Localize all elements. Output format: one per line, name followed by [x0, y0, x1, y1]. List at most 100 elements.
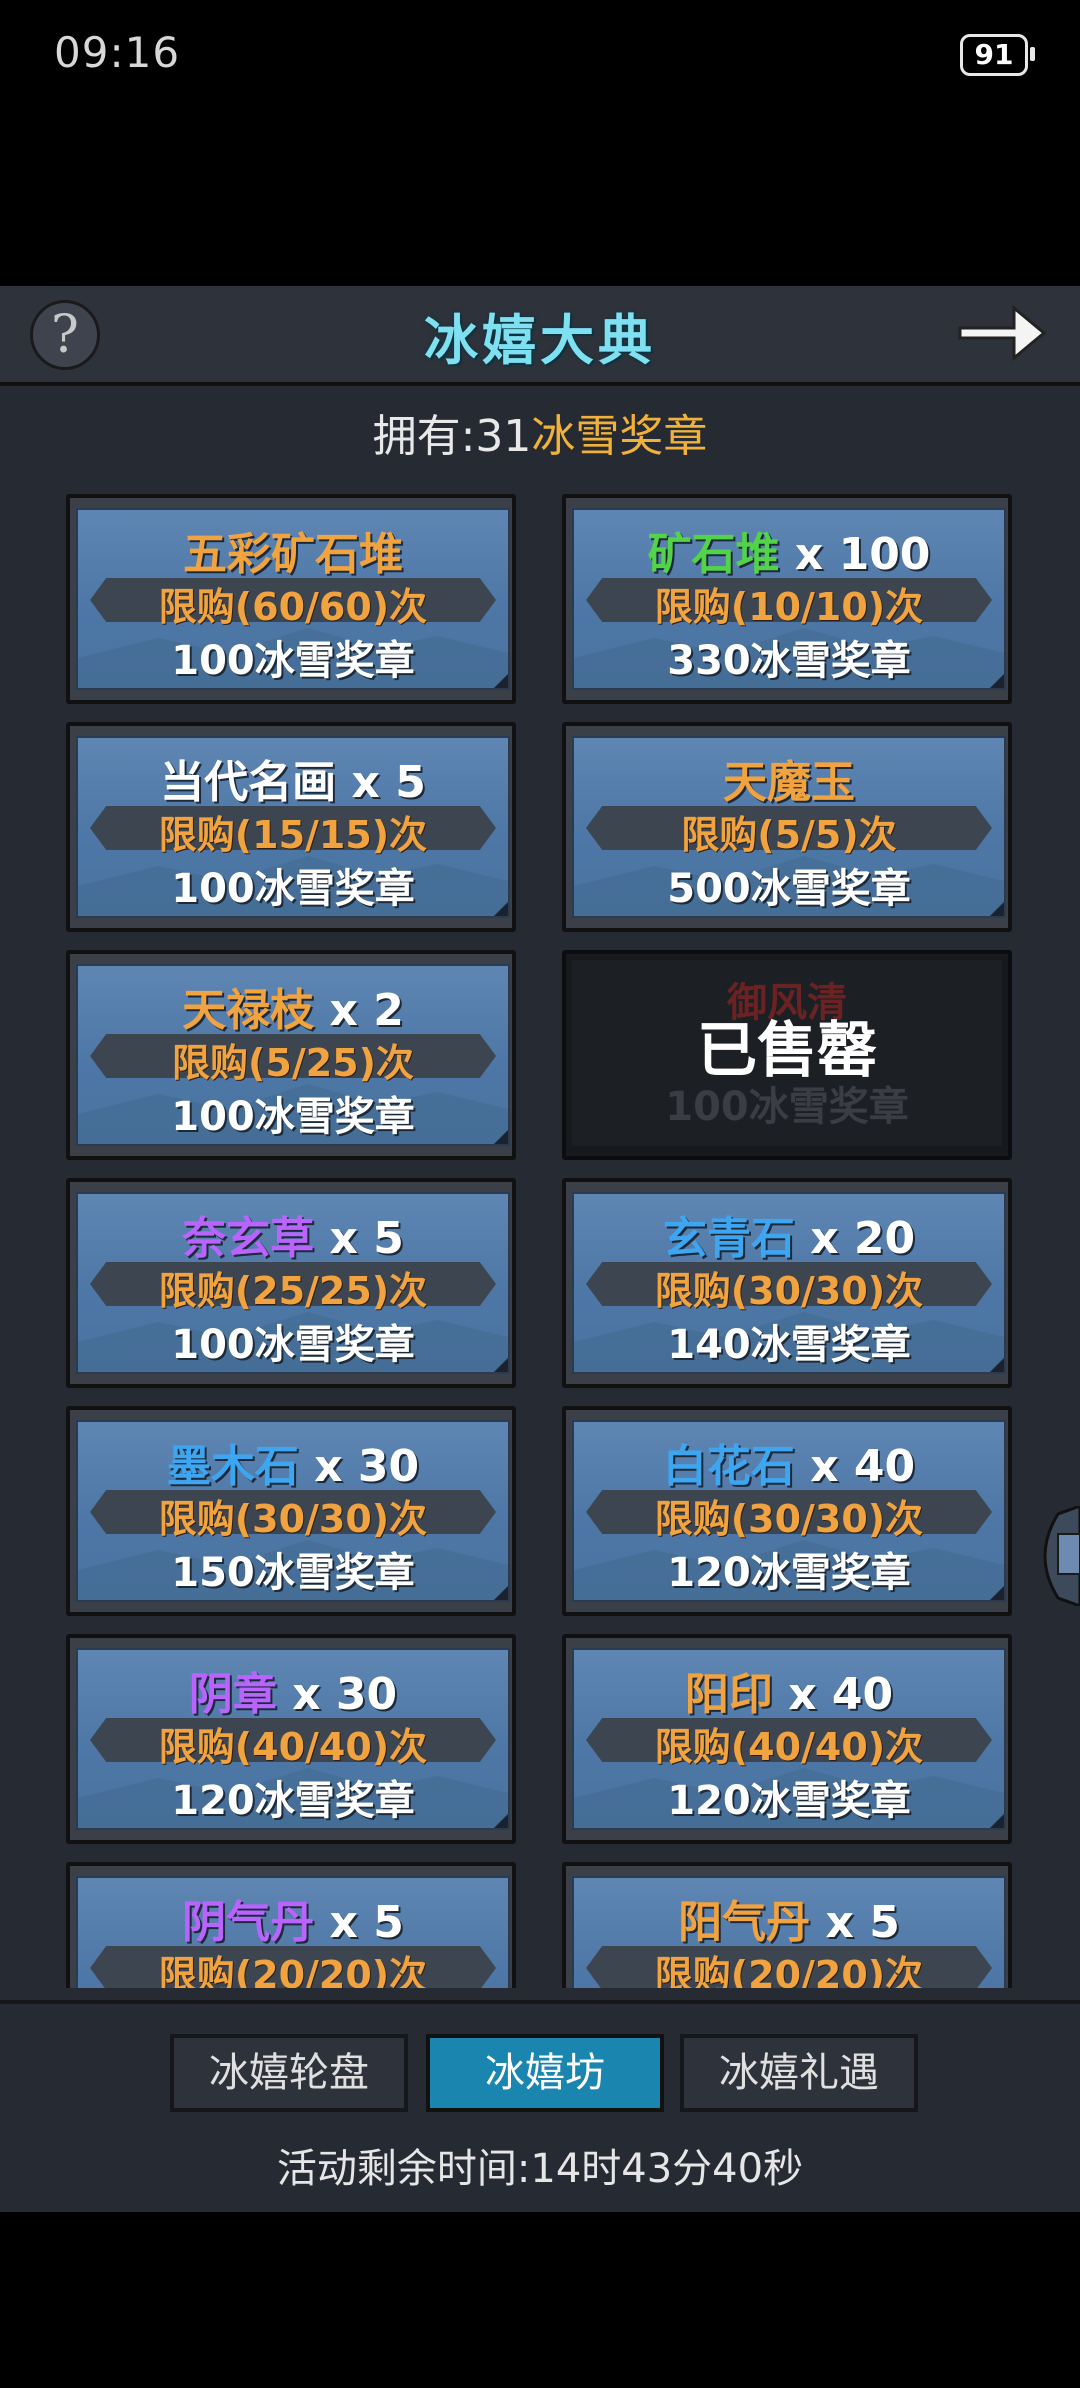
card-face: 阳印 x 40 限购(40/40)次 120冰雪奖章: [572, 1648, 1006, 1830]
page-title: 冰嬉大典: [424, 308, 656, 372]
item-quantity: x 5: [810, 1897, 900, 1948]
shop-item[interactable]: 阴气丹 x 5 限购(20/20)次: [66, 1862, 516, 1988]
item-price: 120冰雪奖章: [667, 1550, 911, 1596]
shop-item[interactable]: 阳印 x 40 限购(40/40)次 120冰雪奖章: [562, 1634, 1012, 1844]
purchase-limit: 限购(40/40)次: [158, 1725, 428, 1769]
shop-item[interactable]: 当代名画 x 5 限购(15/15)次 100冰雪奖章: [66, 722, 516, 932]
card-face: 玄青石 x 20 限购(30/30)次 140冰雪奖章: [572, 1192, 1006, 1374]
item-name: 五彩矿石堆: [183, 529, 403, 580]
shop-panel: ? 冰嬉大典 拥有:31冰雪奖章 五彩矿石堆限购(60/60)次 100冰雪奖章 矿…: [0, 286, 1080, 2212]
item-title: 白花石 x 40: [574, 1430, 1004, 1494]
item-title: 阴气丹 x 5: [78, 1886, 508, 1950]
clock: 09:16: [54, 28, 181, 77]
purchase-limit: 限购(15/15)次: [158, 813, 428, 857]
item-title: 玄青石 x 20: [574, 1202, 1004, 1266]
item-quantity: x 5: [314, 1213, 404, 1264]
item-quantity: x 30: [298, 1441, 420, 1492]
card-face: 矿石堆 x 100 限购(10/10)次 330冰雪奖章: [572, 508, 1006, 690]
owned-count: 31: [475, 411, 532, 462]
item-price: 120冰雪奖章: [171, 1778, 415, 1824]
tab-ice-wheel[interactable]: 冰嬉轮盘: [170, 2034, 408, 2112]
next-arrow-icon[interactable]: [954, 298, 1050, 368]
item-title: 当代名画 x 5: [78, 746, 508, 810]
item-name: 白花石: [662, 1441, 795, 1492]
item-quantity: x 5: [336, 757, 426, 808]
purchase-limit: 限购(40/40)次: [654, 1725, 924, 1769]
item-price: 500冰雪奖章: [667, 866, 911, 912]
item-quantity: x 5: [314, 1897, 404, 1948]
purchase-limit: 限购(5/25)次: [172, 1041, 414, 1085]
purchase-limit: 限购(20/20)次: [654, 1953, 924, 1988]
purchase-limit: 限购(30/30)次: [654, 1497, 924, 1541]
card-face: 墨木石 x 30 限购(30/30)次 150冰雪奖章: [76, 1420, 510, 1602]
purchase-limit: 限购(60/60)次: [158, 585, 428, 629]
item-name: 阳印: [684, 1669, 773, 1720]
item-price: 100冰雪奖章: [171, 638, 415, 684]
shop-item[interactable]: 五彩矿石堆限购(60/60)次 100冰雪奖章: [66, 494, 516, 704]
item-name: 天禄枝: [182, 985, 315, 1036]
item-price: 150冰雪奖章: [171, 1550, 415, 1596]
item-quantity: x 100: [779, 529, 931, 580]
item-title: 墨木石 x 30: [78, 1430, 508, 1494]
shop-item[interactable]: 阳气丹 x 5 限购(20/20)次: [562, 1862, 1012, 1988]
card-face: 五彩矿石堆限购(60/60)次 100冰雪奖章: [76, 508, 510, 690]
card-face: 天魔玉限购(5/5)次 500冰雪奖章: [572, 736, 1006, 918]
shop-item[interactable]: 矿石堆 x 100 限购(10/10)次 330冰雪奖章: [562, 494, 1012, 704]
purchase-limit: 限购(10/10)次: [654, 585, 924, 629]
purchase-limit: 限购(25/25)次: [158, 1269, 428, 1313]
item-quantity: x 20: [794, 1213, 916, 1264]
item-title: 天魔玉: [574, 746, 1004, 810]
shop-item[interactable]: 玄青石 x 20 限购(30/30)次 140冰雪奖章: [562, 1178, 1012, 1388]
tab-ice-gift[interactable]: 冰嬉礼遇: [680, 2034, 918, 2112]
item-price: 100冰雪奖章: [171, 1322, 415, 1368]
item-title: 奈玄草 x 5: [78, 1202, 508, 1266]
item-name: 阴章: [188, 1669, 277, 1720]
item-name: 墨木石: [166, 1441, 299, 1492]
purchase-limit: 限购(30/30)次: [654, 1269, 924, 1313]
shop-item[interactable]: 奈玄草 x 5 限购(25/25)次 100冰雪奖章: [66, 1178, 516, 1388]
purchase-limit: 限购(5/5)次: [681, 813, 897, 857]
purchase-limit: 限购(30/30)次: [158, 1497, 428, 1541]
item-name: 阴气丹: [182, 1897, 315, 1948]
event-timer: 活动剩余时间:14时43分40秒: [276, 2146, 804, 2192]
card-face: 天禄枝 x 2 限购(5/25)次 100冰雪奖章: [76, 964, 510, 1146]
item-price: 100冰雪奖章: [171, 1094, 415, 1140]
item-quantity: x 40: [794, 1441, 916, 1492]
item-title: 矿石堆 x 100: [574, 518, 1004, 582]
item-name: 阳气丹: [678, 1897, 811, 1948]
item-name: 奈玄草: [182, 1213, 315, 1264]
shop-item[interactable]: 天魔玉限购(5/5)次 500冰雪奖章: [562, 722, 1012, 932]
item-name: 玄青石: [662, 1213, 795, 1264]
item-title: 阴章 x 30: [78, 1658, 508, 1722]
item-title: 阳气丹 x 5: [574, 1886, 1004, 1950]
item-name: 矿石堆: [647, 529, 780, 580]
card-face: 白花石 x 40 限购(30/30)次 120冰雪奖章: [572, 1420, 1006, 1602]
bottom-tabs: 冰嬉轮盘 冰嬉坊 冰嬉礼遇 活动剩余时间:14时43分40秒: [0, 2000, 1080, 2212]
item-title: 天禄枝 x 2: [78, 974, 508, 1038]
owned-currency: 冰雪奖章: [531, 411, 708, 462]
item-price: 330冰雪奖章: [667, 638, 911, 684]
shop-item[interactable]: 天禄枝 x 2 限购(5/25)次 100冰雪奖章: [66, 950, 516, 1160]
status-bar: 09:16 91: [0, 0, 1080, 110]
battery-icon: 91: [960, 34, 1035, 76]
side-scroll-icon[interactable]: [1028, 1506, 1080, 1606]
item-name: 当代名画: [160, 757, 337, 808]
card-face: 当代名画 x 5 限购(15/15)次 100冰雪奖章: [76, 736, 510, 918]
shop-item[interactable]: 墨木石 x 30 限购(30/30)次 150冰雪奖章: [66, 1406, 516, 1616]
card-face: 阴章 x 30 限购(40/40)次 120冰雪奖章: [76, 1648, 510, 1830]
item-quantity: x 2: [314, 985, 404, 1036]
item-price: 100冰雪奖章: [171, 866, 415, 912]
tab-ice-shop[interactable]: 冰嬉坊: [426, 2034, 664, 2112]
card-face: 奈玄草 x 5 限购(25/25)次 100冰雪奖章: [76, 1192, 510, 1374]
item-quantity: x 30: [276, 1669, 398, 1720]
item-price: 140冰雪奖章: [667, 1322, 911, 1368]
item-price: 120冰雪奖章: [667, 1778, 911, 1824]
owned-balance: 拥有:31冰雪奖章: [0, 400, 1080, 464]
card-face: 阳气丹 x 5 限购(20/20)次: [572, 1876, 1006, 1988]
item-name: 天魔玉: [723, 757, 855, 808]
owned-label: 拥有:: [372, 411, 476, 462]
shop-item[interactable]: 白花石 x 40 限购(30/30)次 120冰雪奖章: [562, 1406, 1012, 1616]
panel-header: ? 冰嬉大典: [0, 286, 1080, 386]
card-face: 阴气丹 x 5 限购(20/20)次: [76, 1876, 510, 1988]
shop-item[interactable]: 阴章 x 30 限购(40/40)次 120冰雪奖章: [66, 1634, 516, 1844]
